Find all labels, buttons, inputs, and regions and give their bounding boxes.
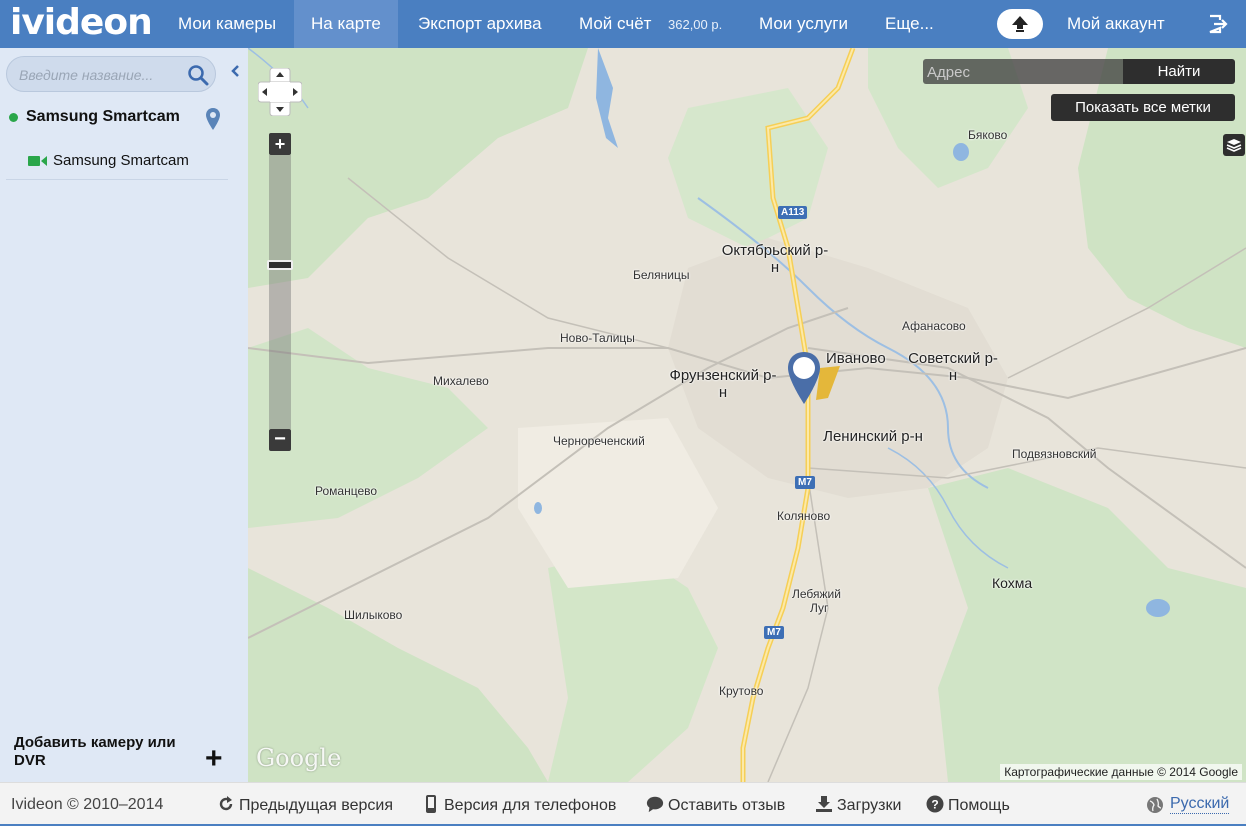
address-search-box (923, 59, 1123, 84)
place-label: Шилыково (344, 608, 403, 622)
camera-search-input[interactable] (19, 65, 179, 85)
place-label: Романцево (315, 484, 378, 498)
road-shield-m7: M7 (764, 626, 784, 639)
language-selector[interactable]: Русский (1170, 795, 1230, 814)
previous-version-label: Предыдущая версия (239, 797, 394, 814)
downloads-link[interactable]: Загрузки (815, 795, 901, 815)
place-label: Михалево (433, 374, 489, 388)
ivideon-logo[interactable]: ivideon (10, 2, 153, 43)
nav-export-archive[interactable]: Экспорт архива (401, 0, 559, 48)
district-label: Октябрьский р-н (721, 242, 829, 276)
map-view[interactable]: Бяково Беляницы Ново-Талицы Михалево Чер… (248, 48, 1246, 782)
mobile-version-label: Версия для телефонов (444, 797, 617, 814)
map-pin-icon[interactable] (205, 107, 221, 131)
upload-icon (1012, 16, 1028, 32)
top-navigation-bar: ivideon Мои камеры На карте Экспорт архи… (0, 0, 1246, 48)
place-label: Афанасово (902, 319, 966, 333)
find-button[interactable]: Найти (1123, 59, 1235, 84)
camera-search-box (6, 56, 216, 92)
phone-icon (426, 795, 436, 813)
camera-group-name: Samsung Smartcam (26, 108, 180, 125)
svg-text:?: ? (931, 798, 938, 812)
collapse-sidebar-icon[interactable] (230, 64, 240, 78)
place-label: Кохма (992, 575, 1033, 591)
help-label: Помощь (948, 797, 1010, 814)
google-logo: Google (256, 744, 342, 772)
camera-location-marker[interactable] (786, 350, 822, 406)
downloads-label: Загрузки (837, 797, 902, 814)
online-status-dot (9, 113, 18, 122)
place-label: Бяково (968, 128, 1008, 142)
district-label: Фрунзенский р-н (669, 367, 777, 401)
comment-icon (646, 796, 664, 813)
refresh-icon (219, 796, 233, 811)
zoom-in-button[interactable]: + (269, 133, 291, 155)
camera-list-item[interactable]: Samsung Smartcam (6, 140, 228, 180)
zoom-out-button[interactable]: − (269, 429, 291, 451)
download-icon (816, 796, 832, 812)
previous-version-link[interactable]: Предыдущая версия (217, 795, 393, 815)
search-icon[interactable] (187, 64, 209, 86)
nav-my-services[interactable]: Мои услуги (742, 0, 865, 48)
camera-group-row[interactable]: Samsung Smartcam (0, 100, 248, 138)
place-label: Луг (810, 601, 829, 615)
nav-my-cameras[interactable]: Мои камеры (161, 0, 293, 48)
add-camera-link[interactable]: Добавить камеру или DVR (14, 734, 204, 770)
balance-value: 362,00 р. (668, 17, 723, 32)
place-label: Крутово (719, 684, 764, 698)
camera-name: Samsung Smartcam (53, 152, 189, 169)
map-tiles (248, 48, 1246, 782)
place-label: Подвязновский (1012, 447, 1097, 461)
upload-button[interactable] (997, 9, 1043, 39)
district-label: Ленинский р-н (823, 428, 923, 445)
nav-more[interactable]: Еще... (868, 0, 951, 48)
district-label: Советский р-н (908, 350, 998, 384)
map-pan-control[interactable] (258, 68, 302, 116)
help-icon: ? (926, 795, 944, 813)
zoom-slider-track[interactable] (269, 155, 291, 429)
video-camera-icon (28, 156, 47, 166)
layers-icon (1226, 139, 1242, 152)
nav-my-account[interactable]: Мой аккаунт (1050, 0, 1182, 48)
place-label: Коляново (777, 509, 831, 523)
feedback-link[interactable]: Оставить отзыв (646, 795, 785, 815)
nav-on-map[interactable]: На карте (294, 0, 398, 48)
map-layers-button[interactable] (1223, 134, 1245, 156)
place-label: Чернореченский (553, 434, 645, 448)
plus-icon[interactable]: + (205, 744, 223, 774)
place-label: Лебяжий (792, 587, 841, 601)
mobile-version-link[interactable]: Версия для телефонов (422, 795, 616, 815)
road-shield-a113: A113 (778, 206, 808, 219)
footer: Ivideon © 2010–2014 Предыдущая версия Ве… (0, 782, 1246, 826)
place-label: Ново-Талицы (560, 331, 635, 345)
show-all-markers-button[interactable]: Показать все метки (1051, 94, 1235, 121)
globe-icon (1147, 797, 1163, 813)
map-attribution[interactable]: Картографические данные © 2014 Google (1000, 764, 1242, 780)
city-label: Иваново (826, 350, 886, 367)
logout-icon[interactable] (1206, 13, 1228, 35)
zoom-slider-handle[interactable] (267, 259, 293, 270)
feedback-label: Оставить отзыв (668, 797, 786, 814)
nav-my-account-balance[interactable]: Мой счёт (562, 0, 668, 48)
copyright-text: Ivideon © 2010–2014 (11, 796, 164, 813)
camera-sidebar: Samsung Smartcam Samsung Smartcam Добави… (0, 48, 248, 782)
help-link[interactable]: ? Помощь (926, 795, 1010, 815)
road-shield-m7: M7 (795, 476, 815, 489)
address-input[interactable] (927, 62, 1117, 82)
place-label: Беляницы (633, 268, 690, 282)
